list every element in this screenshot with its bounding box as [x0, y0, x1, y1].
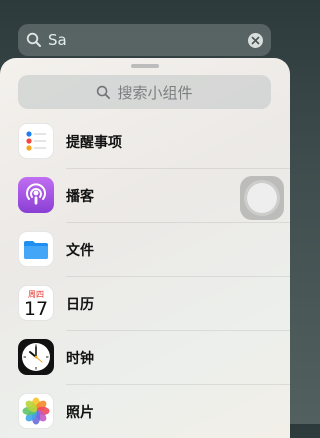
- search-query[interactable]: Sa: [48, 31, 248, 49]
- widget-search-placeholder: 搜索小组件: [117, 83, 193, 102]
- reminders-icon: [18, 123, 54, 159]
- app-label: 文件: [66, 243, 94, 259]
- clear-icon[interactable]: [248, 32, 263, 48]
- widget-gallery-sheet: 搜索小组件 提醒事项 播客 文件 周四 17 日历 时钟 照片: [0, 58, 290, 438]
- list-item-files[interactable]: 文件: [0, 223, 290, 277]
- list-item-calendar[interactable]: 周四 17 日历: [0, 277, 290, 331]
- calendar-day: 17: [23, 298, 49, 320]
- list-item-reminders[interactable]: 提醒事项: [0, 115, 290, 169]
- app-label: 播客: [66, 189, 94, 205]
- widget-search-field[interactable]: 搜索小组件: [18, 75, 271, 109]
- assistive-touch-icon: [247, 183, 277, 213]
- app-label: 时钟: [66, 351, 94, 367]
- app-label: 照片: [66, 405, 94, 421]
- assistive-touch-button[interactable]: [240, 176, 284, 220]
- app-label: 日历: [66, 297, 94, 313]
- search-icon: [97, 85, 111, 99]
- search-icon: [26, 32, 41, 47]
- list-item-clock[interactable]: 时钟: [0, 331, 290, 385]
- list-item-photos[interactable]: 照片: [0, 385, 290, 438]
- podcasts-icon: [18, 177, 54, 213]
- clock-icon: [18, 339, 54, 375]
- search-field[interactable]: Sa: [18, 24, 271, 56]
- calendar-icon: 周四 17: [18, 285, 54, 321]
- app-label: 提醒事项: [66, 135, 122, 151]
- files-icon: [18, 231, 54, 267]
- sheet-grabber[interactable]: [131, 64, 159, 68]
